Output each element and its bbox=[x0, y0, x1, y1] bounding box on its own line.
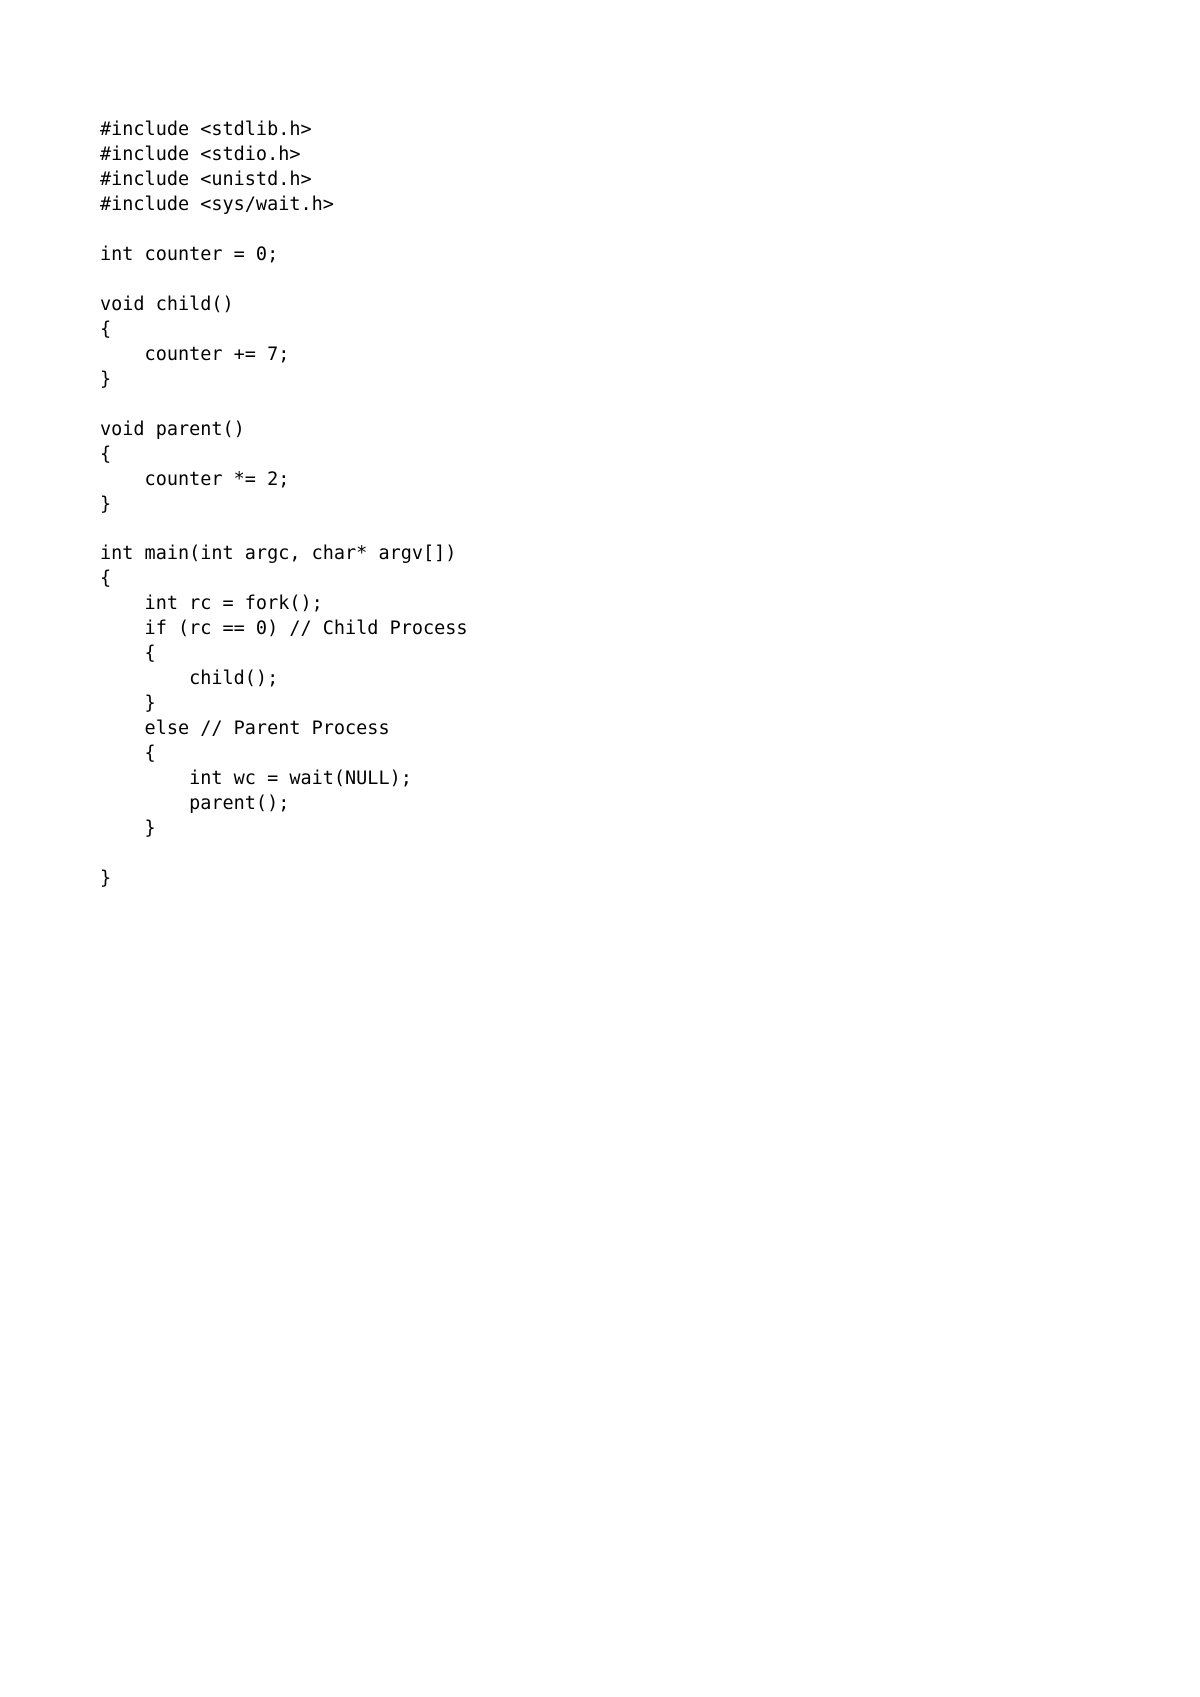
code-block: #include <stdlib.h> #include <stdio.h> #… bbox=[100, 118, 1200, 892]
document-page: #include <stdlib.h> #include <stdio.h> #… bbox=[0, 0, 1200, 892]
